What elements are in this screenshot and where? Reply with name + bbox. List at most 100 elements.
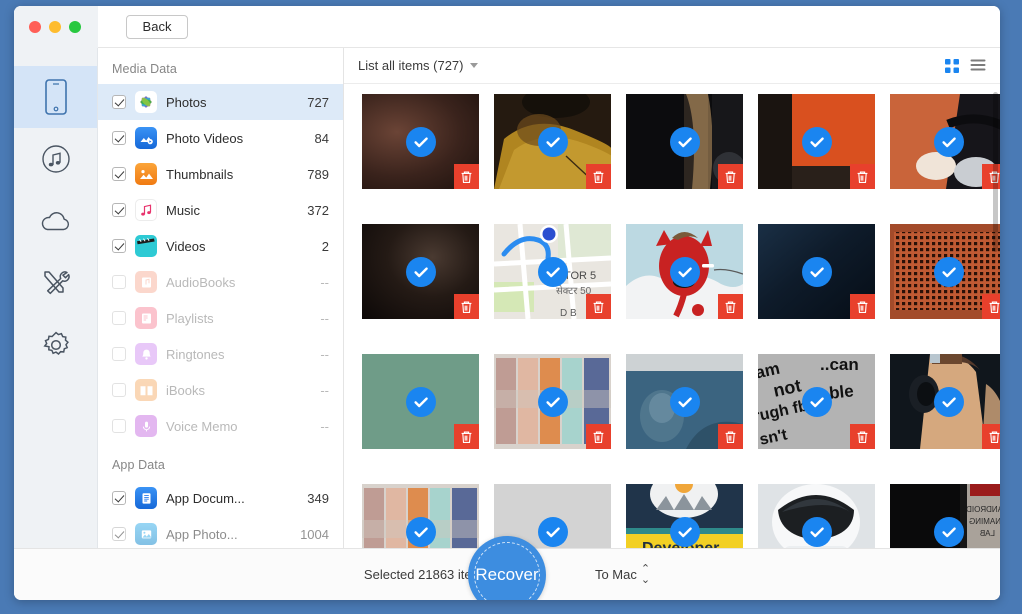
delete-icon[interactable]: [718, 294, 743, 319]
thumbnail-cell[interactable]: [494, 354, 611, 449]
selected-check-icon[interactable]: [801, 516, 832, 547]
category-checkbox[interactable]: [112, 491, 126, 505]
sidebar-item-app-docum[interactable]: App Docum... 349: [98, 480, 343, 516]
selected-check-icon[interactable]: [669, 386, 700, 417]
thumbnail-grid: CTOR 5 सेक्टर 50 D B am ..can not able rugh fb.…: [344, 90, 1000, 548]
sidebar-item-videos[interactable]: Videos 2: [98, 228, 343, 264]
sidebar-item-audiobooks[interactable]: AudioBooks --: [98, 264, 343, 300]
delete-icon[interactable]: [850, 424, 875, 449]
selected-check-icon[interactable]: [933, 516, 964, 547]
thumbnail-cell[interactable]: [890, 354, 1000, 449]
sidebar-item-playlists[interactable]: Playlists --: [98, 300, 343, 336]
category-checkbox[interactable]: [112, 347, 126, 361]
thumbnail-cell[interactable]: [758, 484, 875, 548]
sidebar-item-thumbnails[interactable]: Thumbnails 789: [98, 156, 343, 192]
selected-check-icon[interactable]: [537, 516, 568, 547]
selected-check-icon[interactable]: [801, 126, 832, 157]
selected-check-icon[interactable]: [405, 386, 436, 417]
category-label: Voice Memo: [166, 418, 238, 434]
selected-check-icon[interactable]: [801, 256, 832, 287]
thumbnail-grid-wrapper: CTOR 5 सेक्टर 50 D B am ..can not able rugh fb.…: [344, 84, 1000, 548]
thumbnail-cell[interactable]: [626, 94, 743, 189]
category-checkbox[interactable]: [112, 131, 126, 145]
selected-check-icon[interactable]: [669, 516, 700, 547]
selected-check-icon[interactable]: [537, 126, 568, 157]
delete-icon[interactable]: [982, 424, 1000, 449]
selected-check-icon[interactable]: [405, 256, 436, 287]
delete-icon[interactable]: [718, 164, 743, 189]
list-filter-dropdown[interactable]: List all items (727): [358, 58, 479, 73]
category-checkbox[interactable]: [112, 527, 126, 541]
thumbnail-cell[interactable]: [626, 354, 743, 449]
cloud-icon: [39, 209, 73, 233]
delete-icon[interactable]: [454, 424, 479, 449]
category-checkbox[interactable]: [112, 239, 126, 253]
sidebar-item-ringtones[interactable]: Ringtones --: [98, 336, 343, 372]
thumbnail-cell[interactable]: [494, 94, 611, 189]
thumbnail-cell[interactable]: ANDROID NAMING LAB: [890, 484, 1000, 548]
delete-icon[interactable]: [586, 424, 611, 449]
category-checkbox[interactable]: [112, 311, 126, 325]
thumbnail-cell[interactable]: [890, 94, 1000, 189]
music-note-icon: [135, 199, 157, 221]
selected-check-icon[interactable]: [669, 126, 700, 157]
delete-icon[interactable]: [454, 164, 479, 189]
thumbnail-cell[interactable]: [758, 94, 875, 189]
sidebar-item-voice-memo[interactable]: Voice Memo --: [98, 408, 343, 444]
selected-check-icon[interactable]: [933, 386, 964, 417]
thumbnail-cell[interactable]: [890, 224, 1000, 319]
selected-check-icon[interactable]: [405, 126, 436, 157]
delete-icon[interactable]: [586, 294, 611, 319]
destination-dropdown[interactable]: To Mac ⌃ ⌄: [595, 563, 650, 586]
selected-check-icon[interactable]: [801, 386, 832, 417]
back-button[interactable]: Back: [126, 14, 188, 39]
rail-item-toolkit[interactable]: [14, 252, 97, 314]
sidebar-item-app-photo[interactable]: App Photo... 1004: [98, 516, 343, 548]
category-checkbox[interactable]: [112, 203, 126, 217]
delete-icon[interactable]: [850, 294, 875, 319]
category-sidebar[interactable]: Media Data Photos 727 Photo Videos 84 Thumbna…: [98, 48, 344, 548]
sidebar-item-ibooks[interactable]: iBooks --: [98, 372, 343, 408]
category-count: 727: [307, 94, 329, 110]
rail-item-settings[interactable]: [14, 314, 97, 376]
category-checkbox[interactable]: [112, 275, 126, 289]
selected-check-icon[interactable]: [933, 126, 964, 157]
list-view-icon[interactable]: [970, 58, 986, 74]
rail-item-device[interactable]: [14, 66, 97, 128]
selected-check-icon[interactable]: [933, 256, 964, 287]
thumbnail-cell[interactable]: [362, 224, 479, 319]
thumbnail-cell[interactable]: [362, 484, 479, 548]
category-label: iBooks: [166, 382, 206, 398]
category-checkbox[interactable]: [112, 383, 126, 397]
thumbnail-cell[interactable]: Developer: [626, 484, 743, 548]
selected-check-icon[interactable]: [669, 256, 700, 287]
delete-icon[interactable]: [454, 294, 479, 319]
rail-item-cloud[interactable]: [14, 190, 97, 252]
delete-icon[interactable]: [586, 164, 611, 189]
thumbnail-cell[interactable]: [758, 224, 875, 319]
sidebar-item-music[interactable]: Music 372: [98, 192, 343, 228]
selected-check-icon[interactable]: [537, 386, 568, 417]
vertical-scrollbar[interactable]: [993, 92, 998, 252]
thumbnail-cell[interactable]: [362, 94, 479, 189]
sidebar-item-photo-videos[interactable]: Photo Videos 84: [98, 120, 343, 156]
selected-check-icon[interactable]: [405, 516, 436, 547]
category-checkbox[interactable]: [112, 95, 126, 109]
minimize-window-button[interactable]: [49, 20, 61, 33]
delete-icon[interactable]: [718, 424, 743, 449]
delete-icon[interactable]: [982, 294, 1000, 319]
thumbnail-cell[interactable]: CTOR 5 सेक्टर 50 D B: [494, 224, 611, 319]
thumbnail-cell[interactable]: am ..can not able rugh fb... sn't: [758, 354, 875, 449]
rail-item-music[interactable]: [14, 128, 97, 190]
close-window-button[interactable]: [29, 20, 41, 33]
thumbnail-cell[interactable]: [626, 224, 743, 319]
delete-icon[interactable]: [850, 164, 875, 189]
app-documents-icon: [135, 487, 157, 509]
zoom-window-button[interactable]: [69, 20, 81, 33]
thumbnail-cell[interactable]: [362, 354, 479, 449]
sidebar-item-photos[interactable]: Photos 727: [98, 84, 343, 120]
category-checkbox[interactable]: [112, 419, 126, 433]
selected-check-icon[interactable]: [537, 256, 568, 287]
category-checkbox[interactable]: [112, 167, 126, 181]
grid-view-icon[interactable]: [944, 58, 960, 74]
